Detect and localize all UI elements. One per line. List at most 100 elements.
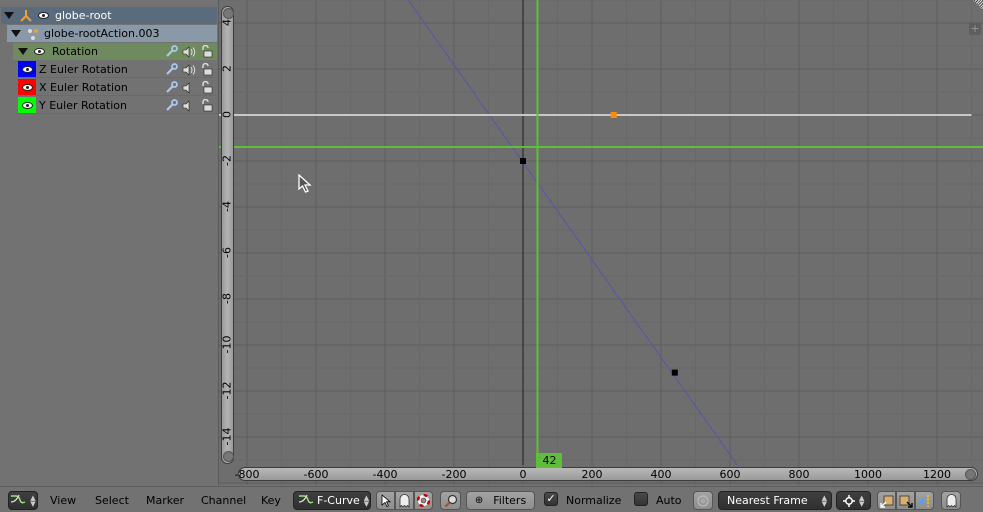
dropdown-arrows-icon: ▲ ▼ [821, 493, 827, 508]
dropdown-arrows-icon: ▲ ▼ [859, 493, 865, 508]
graph-editor-header: ▲ ▼ View Select Marker Channel Key F-Curv… [0, 486, 983, 512]
visibility-eye-icon[interactable] [38, 12, 49, 19]
expand-triangle-icon[interactable] [18, 48, 28, 55]
ghost-curves-button[interactable] [941, 491, 961, 510]
armature-icon [18, 9, 34, 22]
expand-triangle-icon[interactable] [11, 30, 21, 37]
visibility-eye-icon[interactable] [21, 101, 33, 109]
modifier-wrench-icon[interactable] [164, 99, 178, 113]
channel-group[interactable]: Rotation [13, 43, 217, 60]
only-errors-toggle[interactable] [414, 491, 433, 510]
x-tick-label: 0 [519, 468, 527, 481]
ghost-icon [399, 493, 410, 508]
filters-button[interactable]: ⊕ Filters [466, 491, 535, 510]
y-tick-label: -4 [220, 201, 234, 212]
only-selected-toggle[interactable] [376, 491, 395, 510]
snap-mode-selector[interactable]: Nearest Frame ▲ ▼ [718, 491, 832, 510]
graph-svg[interactable] [219, 0, 983, 485]
auto-label: Auto [656, 494, 682, 507]
speaker-icon[interactable] [182, 63, 196, 77]
current-frame-badge[interactable]: 42 [536, 453, 563, 468]
lifebuoy-icon [417, 494, 430, 507]
paste-flipped-button[interactable] [915, 491, 934, 510]
paste-flipped-icon [918, 494, 929, 507]
channel-list: globe-root globe-rootAction.003 Rotation [0, 0, 219, 485]
channel-object[interactable]: globe-root [1, 7, 217, 24]
proportional-editing-toggle[interactable] [693, 491, 713, 510]
lock-icon[interactable] [200, 45, 214, 59]
x-tick-label: -600 [303, 468, 329, 481]
keyframe [520, 158, 526, 164]
paste-icon [899, 495, 913, 508]
menu-select[interactable]: Select [95, 494, 129, 507]
lock-icon[interactable] [200, 99, 214, 113]
x-tick-label: 200 [581, 468, 603, 481]
graph-editor-canvas[interactable]: + [219, 0, 983, 485]
x-tick-label: -200 [441, 468, 467, 481]
channel-action[interactable]: globe-rootAction.003 [7, 25, 217, 42]
visibility-eye-icon[interactable] [21, 65, 33, 73]
mode-label: F-Curve [317, 494, 360, 507]
normalize-label: Normalize [566, 494, 622, 507]
x-tick-label: 400 [650, 468, 672, 481]
channel-toggles [164, 79, 214, 96]
paste-keyframes-button[interactable] [896, 491, 915, 510]
x-tick-label: -400 [372, 468, 398, 481]
channel-color-swatch [18, 79, 36, 95]
x-tick-label: -800 [234, 468, 260, 481]
normalize-checkbox[interactable]: ✓ [544, 492, 558, 506]
y-tick-label: 0 [220, 111, 234, 118]
auto-normalize-checkbox[interactable] [634, 492, 648, 506]
modifier-wrench-icon[interactable] [164, 81, 178, 95]
speaker-muted-icon[interactable] [182, 99, 196, 113]
x-tick-label: 1000 [854, 468, 882, 481]
y-tick-label: -12 [220, 381, 234, 400]
menu-key[interactable]: Key [261, 494, 281, 507]
fcurve-channel[interactable]: Z Euler Rotation [18, 61, 217, 78]
y-tick-label: 4 [220, 19, 234, 26]
visibility-eye-icon[interactable] [34, 48, 45, 55]
speaker-muted-icon[interactable] [182, 81, 196, 95]
channel-toggles [164, 43, 214, 60]
scrollbar-handle-bottom[interactable] [223, 451, 234, 462]
visibility-eye-icon[interactable] [21, 83, 33, 91]
menu-channel[interactable]: Channel [201, 494, 246, 507]
search-toggle[interactable] [440, 491, 461, 510]
x-tick-label: 600 [719, 468, 741, 481]
menu-view[interactable]: View [50, 494, 76, 507]
channel-label: globe-root [55, 9, 112, 22]
fcurve-line [407, 0, 738, 465]
graph-editor-icon [298, 493, 314, 508]
y-tick-label: -8 [220, 293, 234, 304]
fcurve-channel[interactable]: X Euler Rotation [18, 79, 217, 96]
speaker-icon[interactable] [182, 45, 196, 59]
y-tick-label: -10 [220, 335, 234, 354]
copy-keyframes-button[interactable] [877, 491, 896, 510]
expand-triangle-icon[interactable] [4, 12, 14, 19]
proportional-edit-icon [697, 494, 709, 507]
pivot-icon [843, 494, 855, 507]
modifier-wrench-icon[interactable] [164, 63, 178, 77]
cursor-arrow-icon [381, 494, 391, 507]
mouse-cursor-icon [298, 174, 312, 193]
editor-type-selector[interactable]: ▲ ▼ [8, 491, 38, 510]
mode-selector[interactable]: F-Curve ▲ ▼ [293, 491, 371, 510]
y-tick-label: 2 [220, 65, 234, 72]
menu-marker[interactable]: Marker [146, 494, 184, 507]
filters-label: Filters [493, 494, 527, 507]
properties-region-toggle-icon[interactable]: + [969, 23, 981, 35]
channel-label: Rotation [52, 45, 99, 58]
show-hidden-toggle[interactable] [395, 491, 414, 510]
lock-icon[interactable] [200, 81, 214, 95]
action-icon [25, 27, 41, 41]
channel-color-swatch [18, 97, 36, 113]
lock-icon[interactable] [200, 63, 214, 77]
modifier-wrench-icon[interactable] [164, 45, 178, 59]
channel-label: X Euler Rotation [39, 80, 128, 94]
channel-label: globe-rootAction.003 [44, 27, 160, 40]
fcurve-channel[interactable]: Y Euler Rotation [18, 97, 217, 114]
pivot-point-selector[interactable]: ▲ ▼ [836, 491, 871, 510]
scrollbar-handle-right[interactable] [965, 469, 976, 480]
y-tick-label: -14 [220, 427, 234, 446]
keyframe [671, 369, 678, 376]
